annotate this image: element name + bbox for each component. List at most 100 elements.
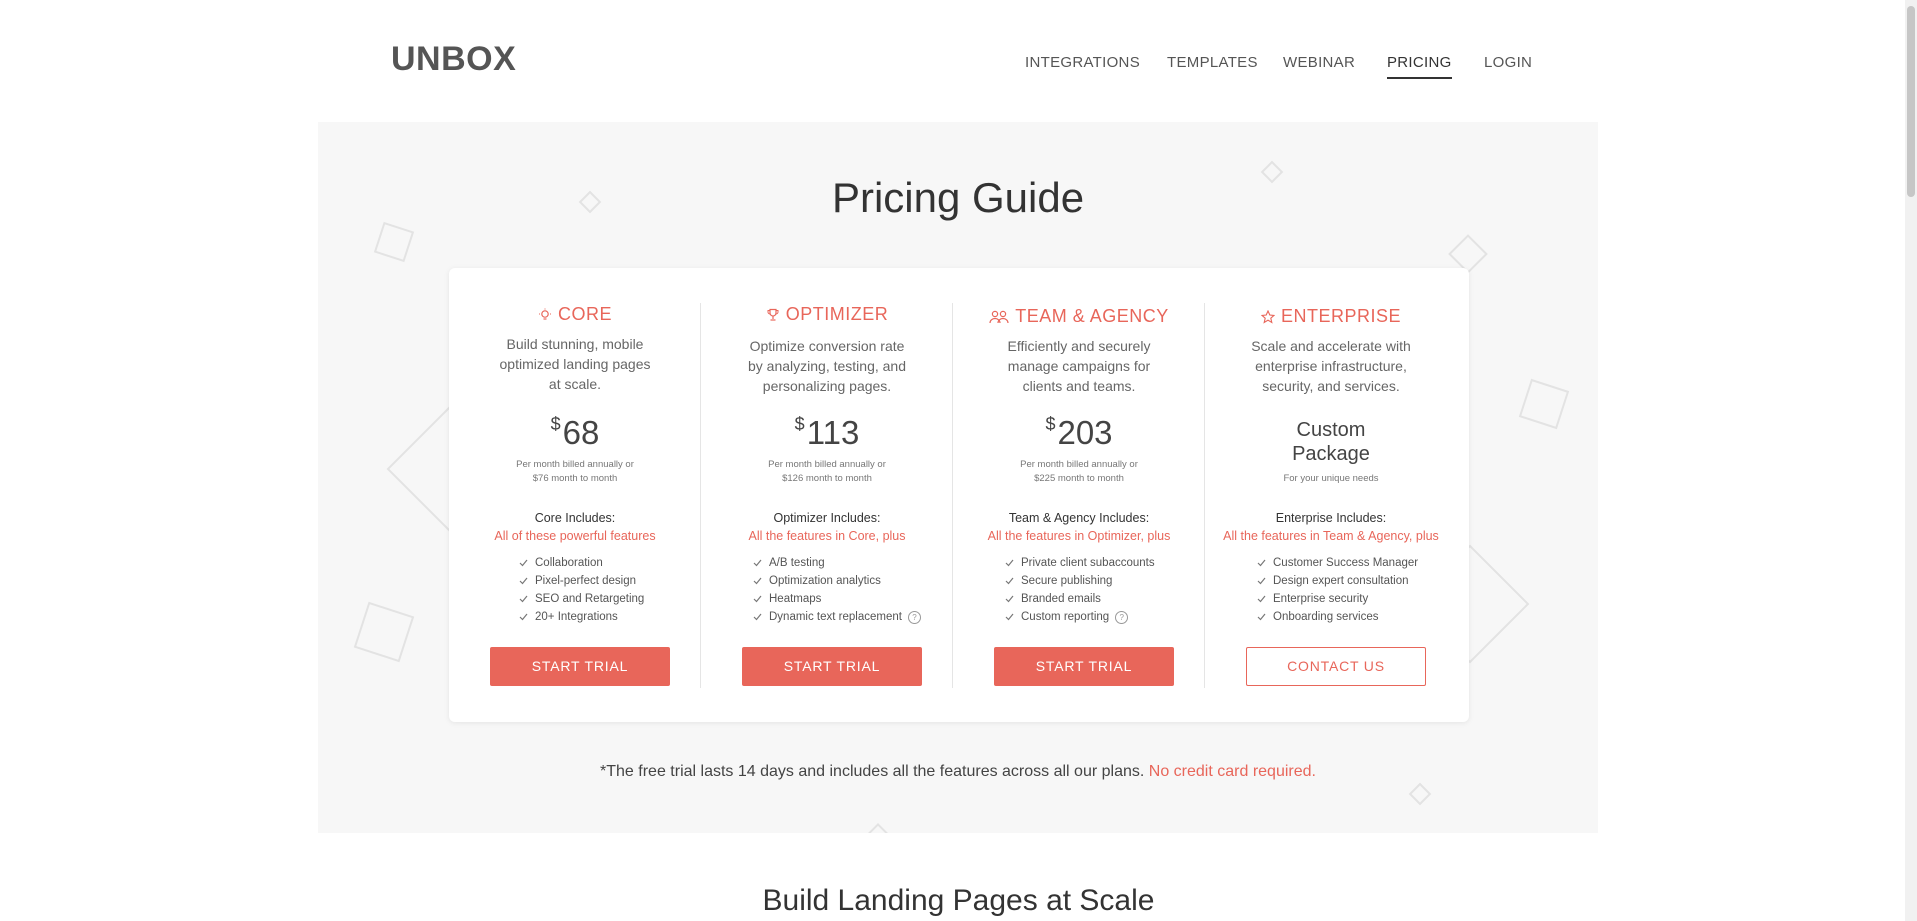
plan-core: CORE Build stunning, mobile optimized la… [449,268,701,722]
feature-item: Branded emails [1005,590,1155,608]
check-icon [519,595,528,603]
check-icon [1005,577,1014,585]
includes-subheading: All the features in Team & Agency, plus [1223,529,1439,543]
feature-item: Secure publishing [1005,572,1155,590]
plan-price: $113 [701,414,953,452]
check-icon [753,595,762,603]
nav-pricing[interactable]: PRICING [1387,54,1452,79]
feature-item: Dynamic text replacement? [753,608,921,626]
feature-label: Optimization analytics [769,575,881,587]
custom-package: Custom Package [1265,418,1397,466]
check-icon [753,577,762,585]
decor-shape [1408,782,1432,806]
plan-name: TEAM & AGENCY [1015,306,1169,326]
price-note: Per month billed annually or $76 month t… [489,458,661,486]
feature-label: Enterprise security [1273,593,1369,605]
plan-description: Scale and accelerate with enterprise inf… [1243,336,1419,396]
price-note: Per month billed annually or $225 month … [993,458,1165,486]
team-icon [989,310,1009,324]
decor-shape [861,823,895,833]
plan-team-agency: TEAM & AGENCY Efficiently and securely m… [952,268,1205,722]
desc-line: at scale. [548,376,602,392]
check-icon [1257,577,1266,585]
check-icon [1257,613,1266,621]
help-icon[interactable]: ? [907,610,921,624]
plan-title: ENTERPRISE [1205,306,1457,327]
feature-label: Onboarding services [1273,611,1379,623]
feature-item: Onboarding services [1257,608,1418,626]
price-amount: 113 [806,414,860,451]
section-title: Build Landing Pages at Scale [762,884,1155,917]
plan-description: Build stunning, mobile optimized landing… [487,334,663,394]
feature-list: Customer Success Manager Design expert c… [1257,554,1418,626]
main-nav: INTEGRATIONS TEMPLATES WEBINAR PRICING L… [0,54,1917,84]
currency-symbol: $ [1045,414,1056,434]
nav-integrations[interactable]: INTEGRATIONS [1025,54,1140,77]
feature-item: Collaboration [519,554,644,572]
desc-line: Build stunning, mobile [506,336,644,352]
pricing-card: CORE Build stunning, mobile optimized la… [449,268,1469,722]
desc-line: Scale and accelerate with [1251,338,1411,354]
start-trial-button[interactable]: START TRIAL [490,647,670,686]
feature-item: Custom reporting? [1005,608,1155,626]
check-icon [1257,595,1266,603]
plan-name: OPTIMIZER [785,304,889,324]
lightbulb-icon [538,308,551,320]
feature-label: Heatmaps [769,593,822,605]
price-amount: 203 [1057,414,1113,451]
plan-price: $68 [449,414,701,452]
price-note: Per month billed annually or $126 month … [741,458,913,486]
desc-line: Efficiently and securely [1007,338,1151,354]
plan-name: CORE [557,304,612,324]
plan-title: OPTIMIZER [701,304,953,325]
plan-title: TEAM & AGENCY [953,306,1205,327]
star-icon [1260,309,1276,324]
feature-label: A/B testing [769,557,825,569]
nav-templates[interactable]: TEMPLATES [1167,54,1258,77]
trial-note: *The free trial lasts 14 days and includ… [318,763,1598,781]
desc-line: security, and services. [1262,378,1400,394]
includes-subheading: All the features in Core, plus [748,529,906,543]
decor-shape [1518,378,1570,430]
check-icon [1005,559,1014,567]
check-icon [519,559,528,567]
nav-login[interactable]: LOGIN [1484,54,1532,77]
feature-label: Dynamic text replacement [769,611,902,623]
check-icon [753,613,762,621]
feature-list: Private client subaccounts Secure publis… [1005,554,1155,626]
custom-note: For your unique needs [1283,473,1379,484]
scrollbar-thumb[interactable] [1907,6,1915,197]
feature-item: Private client subaccounts [1005,554,1155,572]
start-trial-button[interactable]: START TRIAL [742,647,922,686]
note-line: $76 month to month [532,473,618,484]
feature-label: Secure publishing [1021,575,1113,587]
includes-heading: Core Includes: [534,511,616,525]
nav-webinar[interactable]: WEBINAR [1283,54,1355,77]
custom-line: Custom [1296,419,1366,441]
feature-label: Customer Success Manager [1273,557,1419,569]
feature-label: Private client subaccounts [1021,557,1155,569]
start-trial-button[interactable]: START TRIAL [994,647,1174,686]
contact-us-button[interactable]: CONTACT US [1246,647,1426,686]
feature-list: Collaboration Pixel-perfect design SEO a… [519,554,644,626]
note-line: Per month billed annually or [516,459,634,470]
help-icon[interactable]: ? [1115,610,1129,624]
plan-description: Efficiently and securely manage campaign… [991,336,1167,396]
desc-line: enterprise infrastructure, [1255,358,1407,374]
currency-symbol: $ [794,414,805,434]
desc-line: manage campaigns for [1007,358,1151,374]
desc-line: optimized landing pages [499,356,651,372]
trophy-icon [767,308,779,321]
check-icon [519,613,528,621]
plan-name: ENTERPRISE [1280,306,1402,326]
page-title: Pricing Guide [831,174,1085,221]
decor-shape [353,601,415,663]
feature-list: A/B testing Optimization analytics Heatm… [753,554,921,626]
check-icon [519,577,528,585]
trial-note-text: *The free trial lasts 14 days and includ… [600,763,1145,780]
note-line: Per month billed annually or [768,459,886,470]
plan-enterprise: ENTERPRISE Scale and accelerate with ent… [1204,268,1457,722]
scrollbar[interactable] [1905,0,1917,921]
price-amount: 68 [562,414,600,451]
desc-line: Optimize conversion rate [749,338,905,354]
